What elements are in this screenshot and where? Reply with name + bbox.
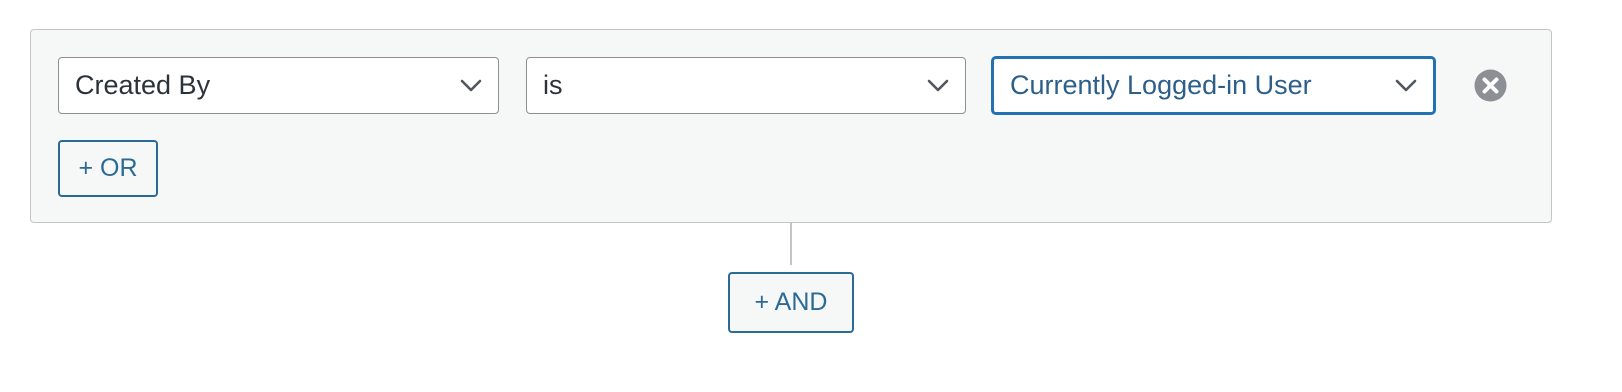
condition-group: Created By is Currently Logged-in User +…: [30, 29, 1552, 223]
chevron-down-icon: [927, 79, 949, 91]
field-select[interactable]: Created By: [58, 57, 499, 114]
conditional-logic-builder: Created By is Currently Logged-in User +…: [0, 0, 1622, 392]
operator-select[interactable]: is: [526, 57, 966, 114]
value-select[interactable]: Currently Logged-in User: [992, 57, 1435, 114]
chevron-down-icon: [1395, 79, 1417, 91]
close-circle-icon[interactable]: [1474, 69, 1507, 102]
operator-select-value: is: [543, 70, 563, 100]
chevron-down-icon: [460, 79, 482, 91]
add-or-button[interactable]: + OR: [58, 140, 158, 197]
and-connector-line: [790, 223, 792, 265]
add-and-button[interactable]: + AND: [728, 272, 854, 333]
value-select-value: Currently Logged-in User: [1010, 70, 1312, 100]
field-select-value: Created By: [75, 70, 211, 100]
